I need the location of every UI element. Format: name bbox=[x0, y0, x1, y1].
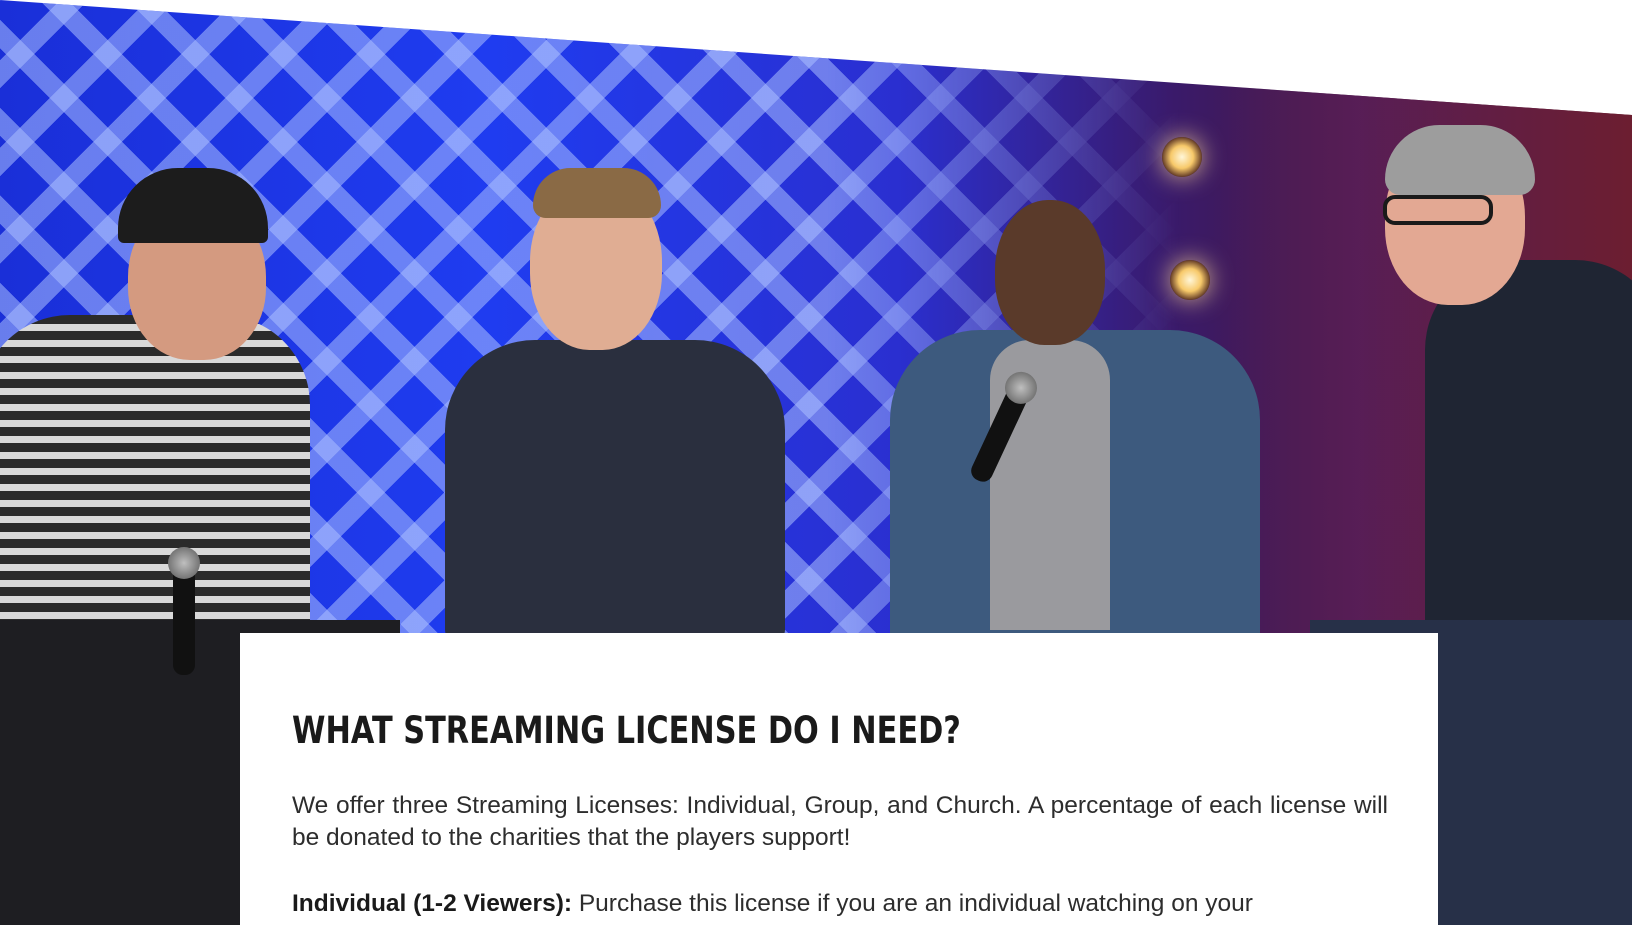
individual-license-label: Individual (1-2 Viewers): bbox=[292, 890, 573, 917]
license-intro-text: We offer three Streaming Licenses: Indiv… bbox=[292, 792, 1388, 851]
license-info-card: WHAT STREAMING LICENSE DO I NEED? We off… bbox=[240, 633, 1438, 925]
stage-light-top bbox=[1162, 137, 1202, 177]
glasses-icon bbox=[1383, 195, 1493, 225]
stage-light-bottom bbox=[1170, 260, 1210, 300]
individual-license-text: Purchase this license if you are an indi… bbox=[572, 890, 1253, 917]
individual-license-description: Individual (1-2 Viewers): Purchase this … bbox=[292, 888, 1388, 920]
microphone-icon bbox=[168, 547, 200, 675]
section-heading: WHAT STREAMING LICENSE DO I NEED? bbox=[292, 709, 961, 752]
